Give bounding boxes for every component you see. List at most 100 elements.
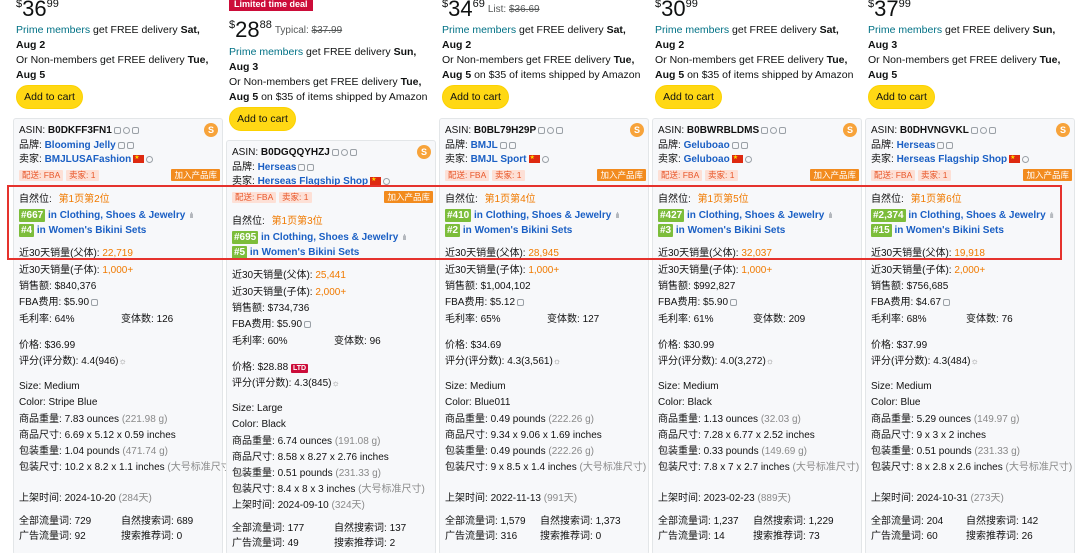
s-logo-icon[interactable]: S <box>204 123 218 137</box>
sales-child: 2,000+ <box>315 287 347 298</box>
share-icon[interactable] <box>131 127 139 134</box>
calculator-icon[interactable] <box>304 321 312 328</box>
china-flag-icon <box>528 152 540 165</box>
copy-icon[interactable] <box>937 142 945 149</box>
calculator-icon[interactable] <box>517 299 525 306</box>
asin-value[interactable]: B0BL79H29P <box>474 125 536 136</box>
add-to-cart-button[interactable]: Add to cart <box>442 85 509 109</box>
calculator-icon[interactable] <box>730 299 738 306</box>
sales-parent: 25,441 <box>315 270 346 281</box>
seller-sprite-panel: ASIN: B0BWRBLDMS S 品牌: Geluboao 卖家: Gelu… <box>652 118 862 553</box>
seller-link[interactable]: Geluboao <box>684 154 730 165</box>
seller-link[interactable]: Herseas Flagship Shop <box>897 154 1008 165</box>
share-icon[interactable] <box>988 127 996 134</box>
s-logo-icon[interactable]: S <box>630 123 644 137</box>
add-to-library-button[interactable]: 加入产品库 <box>1023 169 1072 181</box>
seller-count-tag: 卖家: 1 <box>705 170 738 181</box>
location-icon[interactable] <box>122 127 130 134</box>
add-to-cart-button[interactable]: Add to cart <box>229 107 296 131</box>
s-logo-icon[interactable]: S <box>843 123 857 137</box>
location-icon[interactable] <box>744 156 752 163</box>
copy-icon[interactable] <box>538 127 546 134</box>
copy-icon[interactable] <box>298 164 306 171</box>
asin-value[interactable]: B0BWRBLDMS <box>687 125 759 136</box>
seller-sprite-panel: ASIN: B0DHVNGVKL S 品牌: Herseas 卖家: Herse… <box>865 118 1075 553</box>
brand-link[interactable]: Blooming Jelly <box>45 140 116 151</box>
brand-link[interactable]: Geluboao <box>684 140 730 151</box>
share-icon[interactable] <box>740 142 748 149</box>
copy-icon[interactable] <box>331 149 339 156</box>
seller-link[interactable]: BMJLUSAFashion <box>45 154 132 165</box>
sales-child: 1,000+ <box>102 265 134 276</box>
location-icon[interactable] <box>541 156 549 163</box>
product-price: $3799 <box>868 0 911 21</box>
delivery-info: Prime members get FREE delivery Sun, Aug… <box>229 46 428 103</box>
seller-count-tag: 卖家: 1 <box>492 170 525 181</box>
product-price: $3469 List: $36.69 <box>442 0 540 21</box>
share-icon[interactable] <box>508 142 516 149</box>
add-to-cart-button[interactable]: Add to cart <box>868 85 935 109</box>
add-to-cart-button[interactable]: Add to cart <box>16 85 83 109</box>
s-logo-icon[interactable]: S <box>1056 123 1070 137</box>
seller-sprite-panel: ASIN: B0BL79H29P S 品牌: BMJL 卖家: BMJL Spo… <box>439 118 649 553</box>
calculator-icon[interactable] <box>91 299 99 306</box>
product-card: Limited time deal $2888 Typical: $37.99 P… <box>226 0 436 553</box>
location-icon[interactable] <box>979 127 987 134</box>
add-to-library-button[interactable]: 加入产品库 <box>597 169 646 181</box>
product-price: $2888 Typical: $37.99 <box>229 17 343 42</box>
fba-tag: 配送: FBA <box>871 170 916 181</box>
china-flag-icon <box>731 152 743 165</box>
location-icon[interactable] <box>547 127 555 134</box>
location-icon[interactable] <box>383 178 391 185</box>
highlight-frame <box>7 185 1062 260</box>
location-icon[interactable] <box>770 127 778 134</box>
location-icon[interactable] <box>1022 156 1030 163</box>
copy-icon[interactable] <box>731 142 739 149</box>
copy-icon[interactable] <box>970 127 978 134</box>
location-icon[interactable] <box>146 156 154 163</box>
brand-link[interactable]: Herseas <box>258 162 297 173</box>
asin-value[interactable]: B0DGQQYHZJ <box>261 147 330 158</box>
china-flag-icon <box>370 174 382 187</box>
copy-icon[interactable] <box>117 142 125 149</box>
share-icon[interactable] <box>126 142 134 149</box>
delivery-info: Prime members get FREE delivery Sat, Aug… <box>655 24 854 81</box>
sales-child: 2,000+ <box>954 265 986 276</box>
delivery-info: Prime members get FREE delivery Sat, Aug… <box>16 24 209 81</box>
add-to-library-button[interactable]: 加入产品库 <box>810 169 859 181</box>
delivery-info: Prime members get FREE delivery Sat, Aug… <box>442 24 641 81</box>
product-card: $3699 Prime members get FREE delivery Sa… <box>13 0 234 553</box>
copy-icon[interactable] <box>761 127 769 134</box>
delivery-info: Prime members get FREE delivery Sun, Aug… <box>868 24 1061 81</box>
sales-child: 1,000+ <box>741 265 773 276</box>
share-icon[interactable] <box>307 164 315 171</box>
seller-count-tag: 卖家: 1 <box>918 170 951 181</box>
add-to-cart-button[interactable]: Add to cart <box>655 85 722 109</box>
rating-icon: ☼ <box>765 356 775 366</box>
location-icon[interactable] <box>340 149 348 156</box>
seller-link[interactable]: BMJL Sport <box>471 154 527 165</box>
calculator-icon[interactable] <box>943 299 951 306</box>
share-icon[interactable] <box>946 142 954 149</box>
china-flag-icon <box>133 152 145 165</box>
ltd-badge: LTD <box>290 364 309 373</box>
asin-value[interactable]: B0DHVNGVKL <box>900 125 969 136</box>
asin-value[interactable]: B0DKFF3FN1 <box>48 125 112 136</box>
product-card: $3099 Prime members get FREE delivery Sa… <box>652 0 862 553</box>
share-icon[interactable] <box>556 127 564 134</box>
product-card: $3799 Prime members get FREE delivery Su… <box>865 0 1075 553</box>
copy-icon[interactable] <box>113 127 121 134</box>
rating-icon: ☼ <box>118 356 127 366</box>
add-to-library-button[interactable]: 加入产品库 <box>171 169 220 181</box>
rating-icon: ☼ <box>331 378 340 388</box>
share-icon[interactable] <box>349 149 357 156</box>
share-icon[interactable] <box>779 127 787 134</box>
s-logo-icon[interactable]: S <box>417 145 431 159</box>
limited-deal-badge: Limited time deal <box>229 0 313 11</box>
brand-link[interactable]: BMJL <box>471 140 498 151</box>
brand-link[interactable]: Herseas <box>897 140 936 151</box>
copy-icon[interactable] <box>499 142 507 149</box>
rating-icon: ☼ <box>970 356 979 366</box>
product-price: $3699 <box>16 0 59 21</box>
fba-tag: 配送: FBA <box>19 170 64 181</box>
